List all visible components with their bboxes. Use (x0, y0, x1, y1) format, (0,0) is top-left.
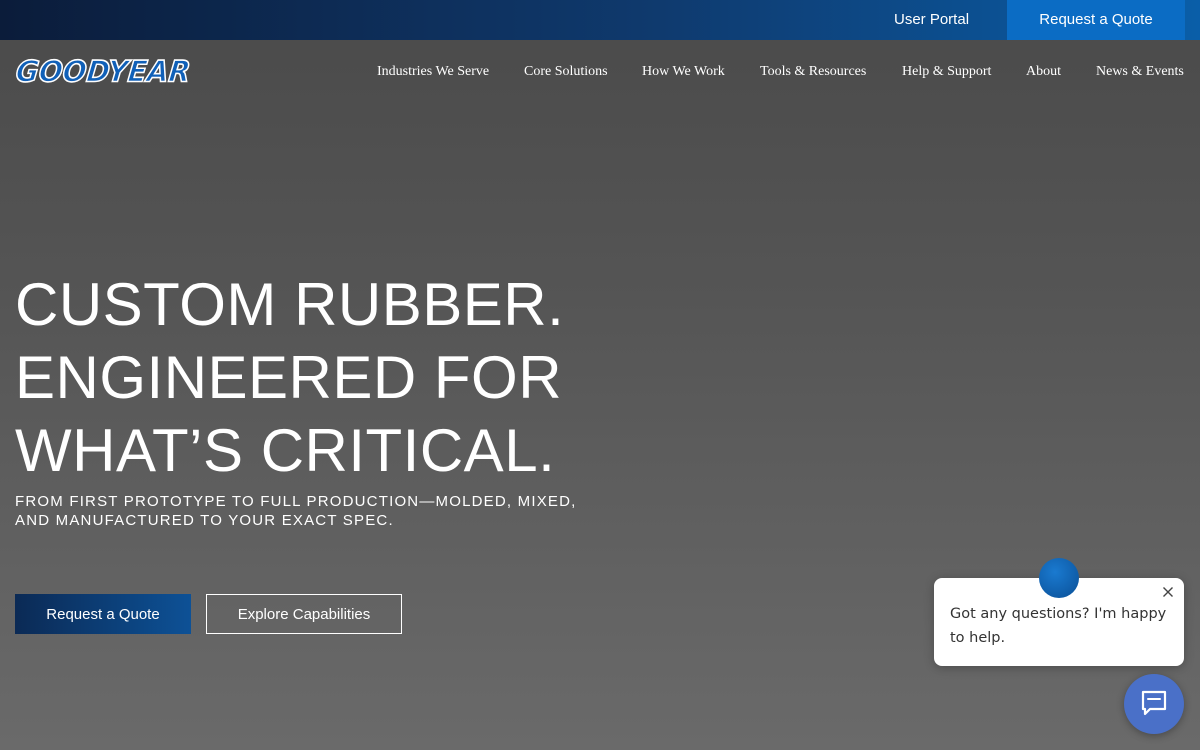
hero-request-quote-button[interactable]: Request a Quote (15, 594, 191, 634)
user-portal-link[interactable]: User Portal (894, 0, 969, 40)
chat-launcher-icon (1141, 690, 1167, 716)
nav-news-events[interactable]: News & Events (1096, 40, 1184, 104)
explore-capabilities-button[interactable]: Explore Capabilities (206, 594, 402, 634)
hero-headline-line: ENGINEERED FOR (15, 344, 563, 411)
nav-tools-resources[interactable]: Tools & Resources (760, 40, 866, 104)
chat-launcher-button[interactable] (1124, 674, 1184, 734)
nav-help-support[interactable]: Help & Support (902, 40, 991, 104)
hero-headline: CUSTOM RUBBER. ENGINEERED FOR WHAT’S CRI… (15, 268, 715, 487)
hero-subheadline-line: AND MANUFACTURED TO YOUR EXACT SPEC. (15, 512, 394, 529)
logo-wordmark: GOODYEAR (13, 53, 193, 89)
utility-bar: User Portal Request a Quote (0, 0, 1200, 40)
nav-industries-we-serve[interactable]: Industries We Serve (377, 40, 489, 104)
nav-core-solutions[interactable]: Core Solutions (524, 40, 608, 104)
hero-subheadline-line: FROM FIRST PROTOTYPE TO FULL PRODUCTION—… (15, 493, 577, 510)
main-header: GOODYEAR Industries We Serve Core Soluti… (0, 40, 1200, 104)
goodyear-logo[interactable]: GOODYEAR (13, 53, 193, 89)
hero-subheadline: FROM FIRST PROTOTYPE TO FULL PRODUCTION—… (15, 492, 615, 530)
nav-how-we-work[interactable]: How We Work (642, 40, 725, 104)
hero-headline-line: WHAT’S CRITICAL. (15, 417, 556, 484)
nav-about[interactable]: About (1026, 40, 1061, 104)
close-icon[interactable] (1160, 584, 1176, 600)
hero-headline-line: CUSTOM RUBBER. (15, 271, 565, 338)
chat-message-text: Got any questions? I'm happy to help. (950, 606, 1167, 646)
chat-avatar-icon (1039, 558, 1079, 598)
utility-request-quote-button[interactable]: Request a Quote (1007, 0, 1185, 40)
